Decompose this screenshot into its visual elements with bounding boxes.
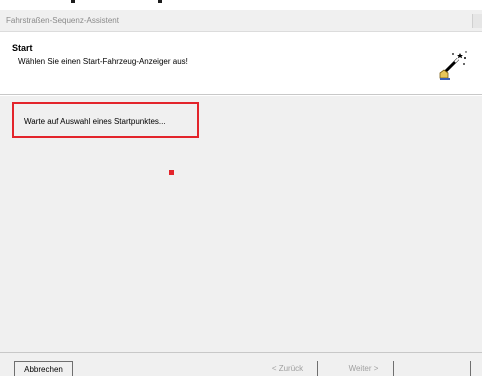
button-edge	[470, 361, 471, 376]
wizard-wand-icon	[439, 51, 467, 80]
top-strip	[0, 0, 482, 10]
wizard-header: Start Wählen Sie einen Start-Fahrzeug-An…	[0, 33, 482, 95]
button-bar: Abbrechen < Zurück Weiter >	[0, 352, 482, 376]
status-text: Warte auf Auswahl eines Startpunktes...	[24, 117, 166, 126]
window-title: Fahrstraßen-Sequenz-Assistent	[6, 16, 119, 25]
back-button[interactable]: < Zurück	[258, 361, 318, 376]
title-bar[interactable]: Fahrstraßen-Sequenz-Assistent	[0, 10, 482, 32]
close-button[interactable]	[472, 14, 482, 28]
content-area: Warte auf Auswahl eines Startpunktes...	[0, 96, 482, 352]
cancel-button[interactable]: Abbrechen	[14, 361, 73, 376]
next-button[interactable]: Weiter >	[334, 361, 394, 376]
top-mark	[158, 0, 162, 3]
top-mark	[71, 0, 75, 3]
page-title: Start	[12, 43, 33, 53]
selection-marker	[169, 170, 174, 175]
page-subtitle: Wählen Sie einen Start-Fahrzeug-Anzeiger…	[18, 57, 188, 66]
status-panel: Warte auf Auswahl eines Startpunktes...	[12, 102, 199, 138]
